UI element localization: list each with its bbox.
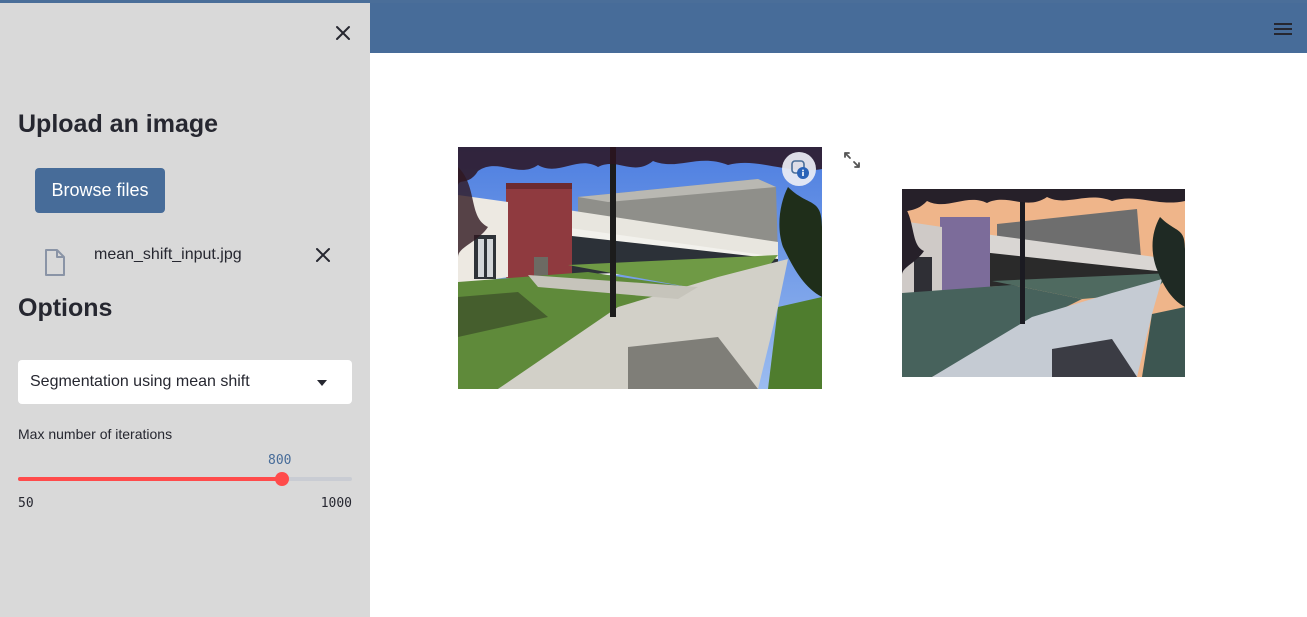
image-overlay-badge[interactable] [782,152,816,186]
iterations-slider-max: 1000 [320,496,352,511]
method-select[interactable]: Segmentation using mean shift [18,360,352,404]
iterations-slider-min: 50 [18,496,34,511]
caret-down-icon [316,379,328,387]
uploaded-file-name: mean_shift_input.jpg [94,246,242,263]
close-icon [336,26,350,40]
uploaded-file-item: mean_shift_input.jpg [18,238,352,278]
iterations-slider-value: 800 [268,453,292,468]
iterations-slider-fill [18,477,282,481]
expand-icon [844,152,860,168]
method-select-value: Segmentation using mean shift [30,373,250,390]
iterations-slider-thumb[interactable] [275,472,289,486]
remove-file-button[interactable] [312,244,334,266]
iterations-slider-label: Max number of iterations [18,426,173,442]
image-info-icon [791,160,809,179]
input-image [458,147,822,389]
iterations-slider-track[interactable] [18,472,352,486]
fullscreen-button[interactable] [843,151,861,169]
options-heading: Options [18,294,113,322]
hamburger-menu-icon [1274,23,1292,35]
upload-heading: Upload an image [18,110,219,138]
app-header [370,3,1307,53]
browse-files-button[interactable]: Browse files [35,168,165,213]
file-icon [43,248,67,278]
segmented-output-image [902,189,1185,377]
close-icon [316,248,330,262]
close-sidebar-button[interactable] [330,20,356,46]
main-menu-button[interactable] [1272,19,1294,39]
